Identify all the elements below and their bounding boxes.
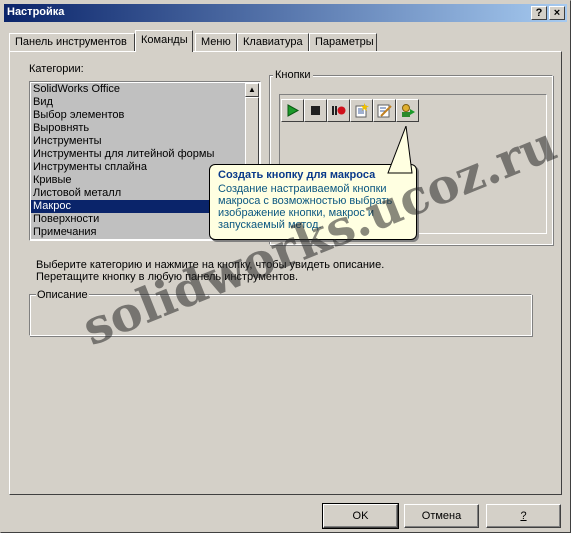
record-macro-icon [332,106,346,115]
help-button[interactable]: ? [486,504,561,528]
title-help-button[interactable]: ? [531,6,547,20]
description-groupbox [29,294,532,336]
categories-label: Категории: [29,63,84,75]
run-macro-button[interactable] [281,99,304,122]
stop-macro-button[interactable] [304,99,327,122]
buttons-group-label: Кнопки [273,69,313,81]
new-macro-icon [355,103,369,118]
tab-toolbars[interactable]: Панель инструментов [9,33,135,51]
customize-dialog: Настройка ? × Панель инструментов Команд… [0,0,571,533]
scroll-up-button[interactable]: ▲ [245,83,259,97]
hint-text: Выберите категорию и нажмите на кнопку, … [36,259,456,283]
close-button[interactable]: × [549,6,565,20]
tab-menu[interactable]: Меню [195,33,237,51]
title-bar[interactable]: Настройка ? × [4,4,567,22]
tooltip-body: Создание настраиваемой кнопки макроса с … [218,183,393,231]
category-item[interactable]: Вид [31,96,245,109]
edit-macro-icon [377,104,392,118]
category-item[interactable]: Инструменты [31,135,245,148]
hint-line-2: Перетащите кнопку в любую панель инструм… [36,271,299,283]
cancel-button[interactable]: Отмена [404,504,479,528]
new-macro-button[interactable] [350,99,373,122]
tab-options[interactable]: Параметры [309,33,377,51]
tab-keyboard[interactable]: Клавиатура [237,33,309,51]
hint-line-1: Выберите категорию и нажмите на кнопку, … [36,259,385,271]
category-item[interactable]: Инструменты для литейной формы [31,148,245,161]
custom-macro-button-icon [402,104,415,117]
description-label: Описание [36,289,89,301]
tab-commands[interactable]: Команды [135,30,193,52]
window-title: Настройка [7,6,65,18]
category-item[interactable]: SolidWorks Office [31,83,245,96]
record-macro-button[interactable] [327,99,350,122]
custom-macro-button[interactable] [396,99,419,122]
run-macro-icon [287,104,300,117]
macro-tooltip: Создать кнопку для макроса Создание наст… [209,164,417,240]
tooltip-pointer [387,126,413,174]
category-item[interactable]: Выбор элементов [31,109,245,122]
stop-macro-icon [311,106,320,115]
edit-macro-button[interactable] [373,99,396,122]
category-item[interactable]: Выровнять [31,122,245,135]
ok-button[interactable]: OK [322,503,399,529]
